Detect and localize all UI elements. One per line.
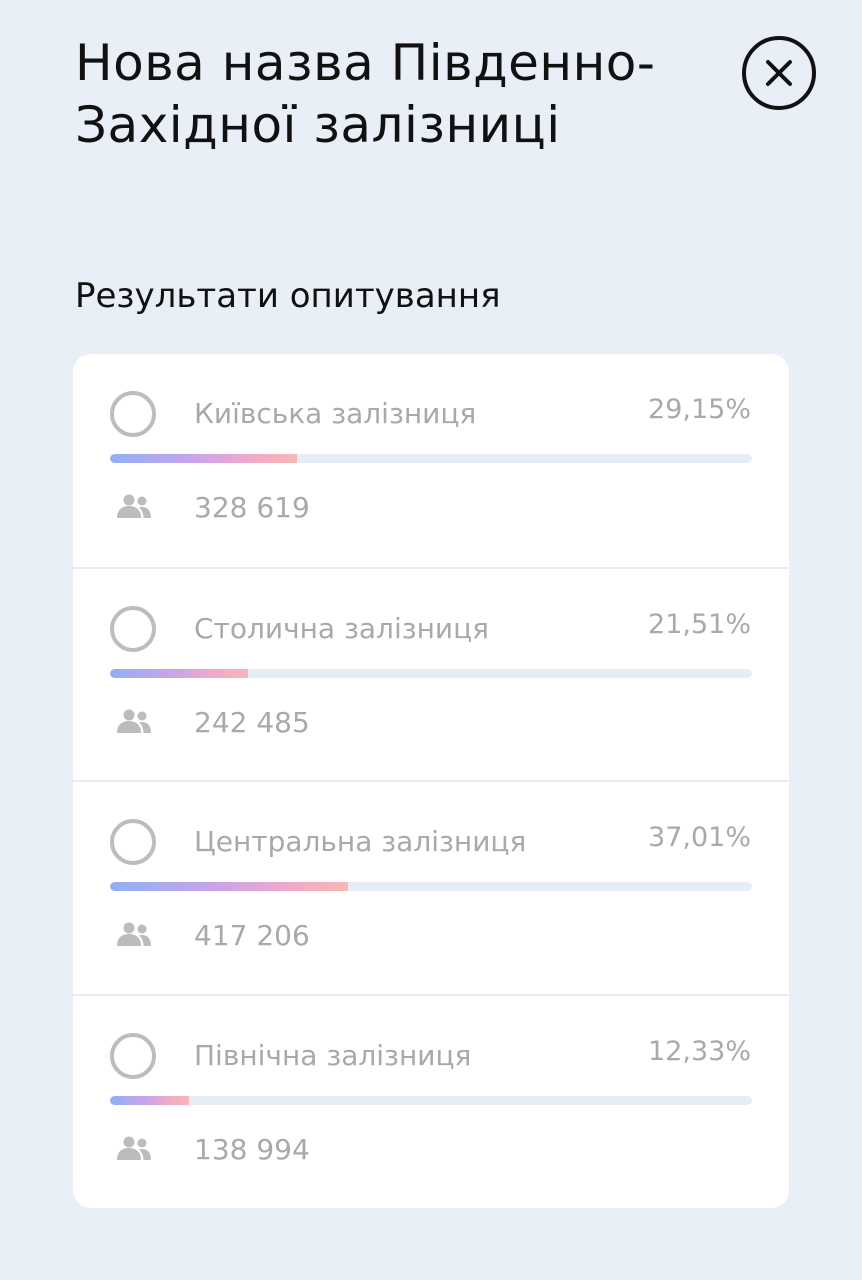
people-icon bbox=[117, 709, 151, 733]
option-percent: 37,01% bbox=[648, 822, 751, 853]
option-label: Столична залізниця bbox=[194, 612, 490, 645]
poll-option-tsentralna[interactable]: Центральна залізниця 37,01% 417 206 bbox=[73, 780, 789, 993]
option-percent: 21,51% bbox=[648, 609, 751, 640]
progress-fill bbox=[110, 454, 298, 463]
progress-fill bbox=[110, 669, 249, 678]
option-label: Центральна залізниця bbox=[194, 825, 527, 858]
poll-title: Нова назва Південно-Західної залізниці bbox=[75, 34, 656, 154]
results-heading: Результати опитування bbox=[75, 276, 501, 316]
progress-track bbox=[110, 882, 752, 891]
poll-option-stolychna[interactable]: Столична залізниця 21,51% 242 485 bbox=[73, 567, 789, 780]
radio-button[interactable] bbox=[110, 606, 156, 652]
poll-option-pivnichna[interactable]: Північна залізниця 12,33% 138 994 bbox=[73, 994, 789, 1207]
radio-button[interactable] bbox=[110, 819, 156, 865]
people-icon bbox=[117, 1136, 151, 1160]
progress-track bbox=[110, 1096, 752, 1105]
vote-count: 328 619 bbox=[194, 491, 310, 524]
poll-results-card: Київська залізниця 29,15% 328 619 Столич… bbox=[73, 354, 789, 1208]
progress-track bbox=[110, 669, 752, 678]
option-label: Київська залізниця bbox=[194, 397, 477, 430]
progress-fill bbox=[110, 882, 348, 891]
close-icon bbox=[766, 60, 792, 86]
close-button[interactable] bbox=[742, 36, 816, 110]
option-percent: 12,33% bbox=[648, 1036, 751, 1067]
poll-option-kyivska[interactable]: Київська залізниця 29,15% 328 619 bbox=[73, 354, 789, 567]
people-icon bbox=[117, 922, 151, 946]
option-label: Північна залізниця bbox=[194, 1039, 472, 1072]
radio-button[interactable] bbox=[110, 1033, 156, 1079]
people-icon bbox=[117, 494, 151, 518]
option-percent: 29,15% bbox=[648, 394, 751, 425]
radio-button[interactable] bbox=[110, 391, 156, 437]
progress-track bbox=[110, 454, 752, 463]
vote-count: 242 485 bbox=[194, 706, 310, 739]
vote-count: 417 206 bbox=[194, 919, 310, 952]
vote-count: 138 994 bbox=[194, 1133, 310, 1166]
progress-fill bbox=[110, 1096, 190, 1105]
